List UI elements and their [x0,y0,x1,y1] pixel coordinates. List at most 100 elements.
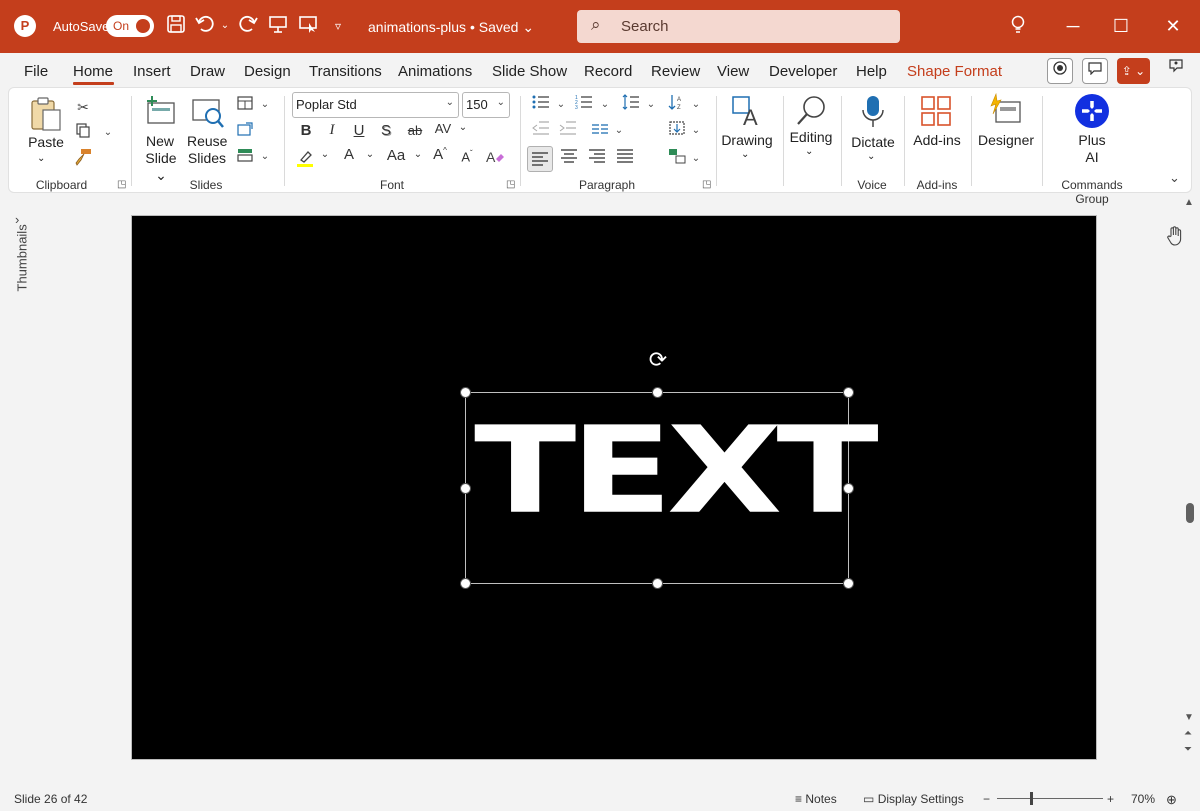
add-ins-label[interactable]: Add-ins [909,132,965,149]
scroll-thumb[interactable] [1186,503,1194,523]
copy-icon[interactable] [72,122,94,144]
resize-handle[interactable] [652,387,663,398]
thumbnails-label[interactable]: Thumbnails [15,224,30,291]
zoom-in-button[interactable]: + [1107,792,1114,806]
save-icon[interactable] [164,14,188,38]
maximize-icon[interactable]: ☐ [1109,14,1133,38]
slide-counter[interactable]: Slide 26 of 42 [14,792,87,806]
comments-icon[interactable] [1082,58,1108,84]
add-ins-icon[interactable] [920,95,954,129]
italic-button[interactable]: I [321,122,343,139]
cut-icon[interactable]: ✂ [72,96,94,118]
bullets-icon[interactable] [530,94,552,116]
layout-icon[interactable] [234,94,256,116]
bullets-chevron-icon[interactable]: ⌄ [550,94,572,116]
share-button[interactable]: ⇪ ⌄ [1117,58,1150,84]
paste-chevron-icon[interactable]: ⌄ [37,150,45,167]
new-slide-label-2[interactable]: Slide ⌄ [139,150,183,184]
plus-ai-label-2[interactable]: AI [1069,149,1115,166]
reuse-slides-label-2[interactable]: Slides [187,150,227,167]
collapse-ribbon-chevron-icon[interactable]: ⌄ [1169,170,1180,186]
microphone-icon[interactable] [858,94,888,130]
line-spacing-icon[interactable] [620,94,642,116]
increase-indent-icon[interactable] [557,120,579,142]
tab-record[interactable]: Record [584,63,632,80]
center-icon[interactable] [558,148,580,170]
previous-slide-icon[interactable]: ⏶ [1184,728,1192,739]
editing-chevron-icon[interactable]: ⌄ [805,143,813,160]
tab-shape-format[interactable]: Shape Format [907,63,1002,80]
font-size-select[interactable]: 150 ⌄ [462,92,510,118]
change-case-chevron-icon[interactable]: ⌄ [407,149,429,160]
document-title[interactable]: animations-plus • Saved ⌄ [368,19,534,36]
customize-qat-icon[interactable]: ▿ [326,14,350,38]
font-launcher-icon[interactable]: ◳ [506,179,515,190]
search-input[interactable]: ⌕ Search [577,10,900,43]
section-icon[interactable] [234,146,256,168]
resize-handle[interactable] [460,483,471,494]
fit-to-window-icon[interactable]: ⊕ [1166,792,1177,808]
minimize-icon[interactable]: ─ [1061,14,1085,38]
next-slide-icon[interactable]: ⏷ [1184,744,1192,755]
change-case-button[interactable]: Aa [382,147,410,164]
font-name-select[interactable]: Poplar Std ⌄ [292,92,459,118]
resize-handle[interactable] [460,578,471,589]
text-box[interactable]: ⟳ TEXT [460,347,879,589]
tab-transitions[interactable]: Transitions [309,63,382,80]
format-painter-icon[interactable] [72,148,94,170]
rotate-handle-icon[interactable]: ⟳ [645,347,671,373]
reset-icon[interactable] [234,120,256,142]
resize-handle[interactable] [843,483,854,494]
line-spacing-chevron-icon[interactable]: ⌄ [640,94,662,116]
font-color-button[interactable]: A [338,146,360,163]
scroll-up-icon[interactable]: ▲ [1184,197,1194,208]
paragraph-launcher-icon[interactable]: ◳ [702,179,711,190]
text-direction-chevron-icon[interactable]: ⌄ [685,94,707,116]
underline-button[interactable]: U [348,122,370,139]
tab-file[interactable]: File [24,63,48,80]
tab-draw[interactable]: Draw [190,63,225,80]
zoom-level[interactable]: 70% [1131,792,1155,806]
tab-home[interactable]: Home [73,63,113,80]
vertical-scrollbar[interactable]: ▲ ▼ ⏶ ⏷ [1180,195,1200,785]
resize-handle[interactable] [652,578,663,589]
decrease-indent-icon[interactable] [530,120,552,142]
columns-chevron-icon[interactable]: ⌄ [608,120,630,142]
character-spacing-button[interactable]: AV [432,121,454,136]
autosave-toggle[interactable]: On [106,15,154,37]
bold-button[interactable]: B [295,122,317,139]
present-from-beginning-icon[interactable] [266,14,290,38]
tab-slide-show[interactable]: Slide Show [492,63,567,80]
paste-label[interactable]: Paste [28,134,64,151]
strikethrough-button[interactable]: ab [404,123,426,138]
numbering-chevron-icon[interactable]: ⌄ [594,94,616,116]
justify-icon[interactable] [614,148,636,170]
record-icon[interactable] [1047,58,1073,84]
display-settings-button[interactable]: ▭ Display Settings [863,792,964,806]
tab-review[interactable]: Review [651,63,700,80]
slide-canvas[interactable]: ⟳ TEXT [131,215,1097,760]
tab-developer[interactable]: Developer [769,63,837,80]
plus-ai-icon[interactable] [1075,94,1109,128]
section-chevron-icon[interactable]: ⌄ [254,146,276,168]
tab-insert[interactable]: Insert [133,63,171,80]
resize-handle[interactable] [460,387,471,398]
reuse-slides-icon[interactable] [190,96,226,130]
zoom-slider-track[interactable] [997,798,1103,799]
reuse-slides-label[interactable]: Reuse [187,133,227,150]
slide-text[interactable]: TEXT [474,411,879,531]
grow-font-button[interactable]: A^ [429,146,451,163]
editing-icon[interactable] [793,94,829,128]
lightbulb-icon[interactable] [1006,14,1030,38]
pan-hand-icon[interactable] [1166,226,1186,246]
close-icon[interactable]: ✕ [1161,14,1185,38]
align-right-icon[interactable] [586,148,608,170]
clipboard-launcher-icon[interactable]: ◳ [117,179,126,190]
layout-chevron-icon[interactable]: ⌄ [254,94,276,116]
present-icon[interactable] [296,14,320,38]
tab-animations[interactable]: Animations [398,63,472,80]
resize-handle[interactable] [843,578,854,589]
drawing-icon[interactable]: A [729,94,765,130]
drawing-chevron-icon[interactable]: ⌄ [741,146,749,163]
align-text-chevron-icon[interactable]: ⌄ [685,120,707,142]
